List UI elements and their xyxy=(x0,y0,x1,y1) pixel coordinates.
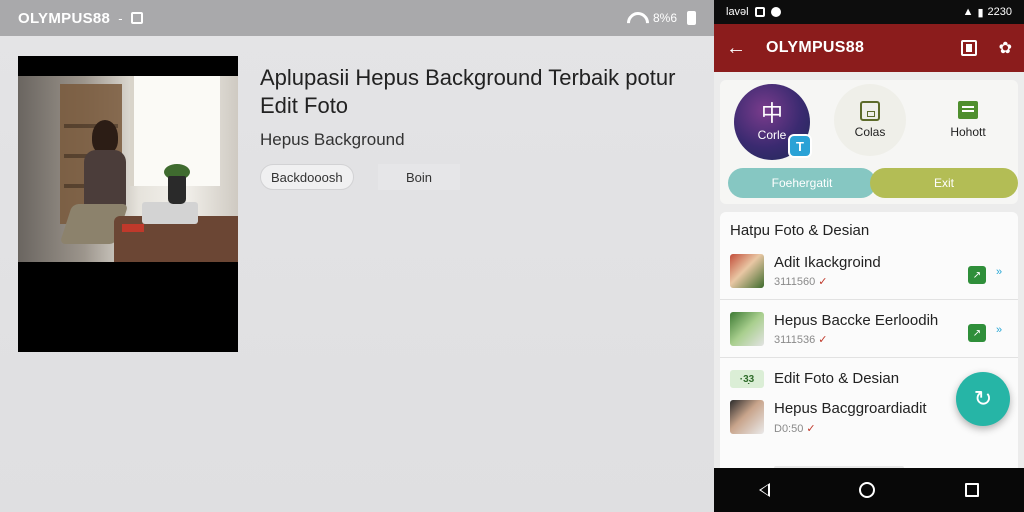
corle-icon: 中 xyxy=(760,101,783,126)
group-title: Edit Foto & Desian xyxy=(774,370,900,387)
chevron-right-icon[interactable]: » xyxy=(996,324,1002,336)
status-brand: OLYMPUS88 xyxy=(18,9,111,27)
wifi-icon xyxy=(627,12,643,24)
nav-recents-icon[interactable] xyxy=(965,483,980,497)
quick-action-colas[interactable]: Colas xyxy=(834,84,906,156)
system-nav-bar xyxy=(714,468,1024,512)
refresh-icon: ↻ xyxy=(973,386,993,411)
notification-icon xyxy=(130,12,143,24)
quick-action-label: Hohott xyxy=(950,125,986,139)
foehergatit-button[interactable]: Foehergatit xyxy=(728,168,876,198)
settings-icon[interactable]: ✿ xyxy=(999,38,1012,58)
app-bar-actions: ✿ xyxy=(960,38,1012,58)
person-head xyxy=(92,120,118,154)
laptop xyxy=(142,202,198,224)
list-title: Hatpu Foto & Desian xyxy=(730,222,870,239)
background-button[interactable]: Backdooosh xyxy=(260,164,354,190)
list-item-thumbnail xyxy=(730,312,764,346)
status-bar: OLYMPUS88 - 8%6 xyxy=(0,0,714,36)
arrow-left-icon[interactable]: ← xyxy=(726,37,754,60)
quick-action-hohott[interactable]: Hohott xyxy=(932,84,1004,156)
red-book xyxy=(122,224,144,232)
signal-icon: ▲ xyxy=(962,6,974,18)
page-title: Aplupasii Hepus Background Terbaik potur… xyxy=(260,65,676,118)
status-right: 8%6 xyxy=(627,11,696,25)
edit-icon xyxy=(958,101,978,119)
group-subtitle: Hepus Bacggroardiadit xyxy=(774,400,927,417)
frame-icon xyxy=(860,101,880,121)
check-icon: ✓ xyxy=(818,276,828,288)
quick-action-label: Corle xyxy=(757,128,787,142)
nav-home-icon[interactable] xyxy=(859,482,876,498)
list-item-thumbnail xyxy=(730,400,764,434)
secondary-button[interactable]: Boin xyxy=(378,164,460,190)
list-item-meta: 3111536 ✓ xyxy=(774,334,828,346)
featured-photo[interactable] xyxy=(18,56,238,352)
group-meta: D0:50 ✓ xyxy=(774,423,816,435)
person-body xyxy=(84,150,126,208)
battery-small-icon: ▮ xyxy=(977,6,984,19)
mug xyxy=(168,176,186,204)
chevron-right-icon[interactable]: » xyxy=(996,266,1002,278)
phone-time: 2230 xyxy=(987,6,1012,18)
status-separator: - xyxy=(118,10,123,26)
quick-action-corle[interactable]: 中 Corle T xyxy=(734,84,812,160)
t-badge-icon: T xyxy=(788,134,812,158)
check-icon: ✓ xyxy=(806,423,816,435)
chat-notification-icon xyxy=(770,7,781,17)
list-item-title: Adit Ikackgroind xyxy=(774,254,881,271)
quick-actions-card: 中 Corle T Colas Hohott Foehergatit Exit xyxy=(720,80,1018,204)
exit-button[interactable]: Exit xyxy=(870,168,1018,198)
phone-status-right: ▲ ▮ 2230 xyxy=(963,6,1012,19)
trend-icon[interactable]: ↗ xyxy=(968,324,986,342)
list-item-thumbnail xyxy=(730,254,764,288)
bookmark-icon[interactable] xyxy=(960,40,977,56)
phone-status-text: lavəl xyxy=(726,6,749,18)
photo-scene xyxy=(18,76,238,262)
list-item-meta: 3111560 ✓ xyxy=(774,276,828,288)
quick-action-label: Colas xyxy=(854,125,886,139)
gallery-notification-icon xyxy=(754,7,765,17)
app-bar: ← OLYMPUS88 ✿ xyxy=(714,24,1024,72)
recent-list-card: Hatpu Foto & Desian Adit Ikackgroind 311… xyxy=(720,212,1018,482)
left-pane: OLYMPUS88 - 8%6 Aplupasii Hepus Backgrou… xyxy=(0,0,714,512)
app-title: OLYMPUS88 xyxy=(766,39,865,56)
list-item[interactable]: Adit Ikackgroind 3111560 ✓ ↗ » xyxy=(720,242,1018,300)
floating-action-button[interactable]: ↻ xyxy=(956,372,1010,426)
list-item[interactable]: Hepus Baccke Eerloodih 3111536 ✓ ↗ » xyxy=(720,300,1018,358)
phone-status-bar: lavəl ▲ ▮ 2230 xyxy=(714,0,1024,24)
battery-percent: 8%6 xyxy=(652,11,677,25)
group-badge: ·3̣3 xyxy=(730,370,764,388)
check-icon: ✓ xyxy=(818,334,828,346)
nav-back-icon[interactable] xyxy=(758,483,770,497)
battery-icon xyxy=(687,11,696,25)
list-item-title: Hepus Baccke Eerloodih xyxy=(774,312,939,329)
trend-icon[interactable]: ↗ xyxy=(968,266,986,284)
page-subtitle: Hepus Background xyxy=(260,130,405,149)
phone-screen: lavəl ▲ ▮ 2230 ← OLYMPUS88 ✿ 中 Corle T C… xyxy=(714,0,1024,512)
